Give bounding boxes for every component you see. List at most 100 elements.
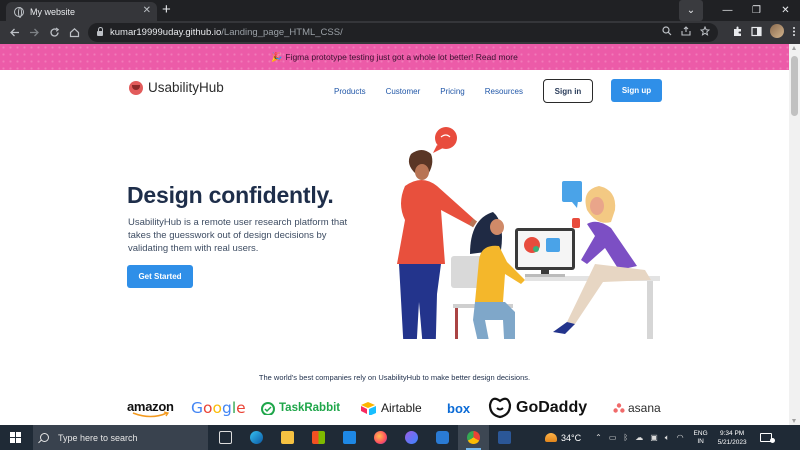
asana-icon	[613, 403, 625, 413]
address-bar[interactable]: kumar19999uday.github.io /Landing_page_H…	[88, 23, 718, 42]
window-controls: ⌄ — ❐ ✕	[679, 0, 800, 21]
page-scrollbar[interactable]	[789, 44, 800, 425]
word-button[interactable]	[489, 425, 520, 450]
system-tray: 34°C ⌃ ▭ ᛒ ☁ ▣ 🔈︎ ◠ ENG IN 9:34 PM 5/21/…	[545, 425, 775, 450]
temperature: 34°C	[561, 432, 582, 443]
new-tab-button[interactable]: +	[162, 1, 171, 19]
forward-button[interactable]	[26, 24, 43, 41]
usabilityhub-logo-icon	[129, 80, 143, 95]
lock-icon[interactable]	[97, 27, 103, 36]
language-indicator[interactable]: ENG IN	[694, 430, 708, 446]
cloud-icon[interactable]: ☁	[635, 433, 643, 443]
browser-tab[interactable]: My website ✕	[6, 2, 157, 21]
weather-icon	[545, 433, 557, 442]
hero-illustration	[397, 127, 660, 339]
vpn-icon	[436, 431, 449, 444]
godaddy-icon	[488, 397, 512, 419]
restore-button[interactable]: ❐	[742, 0, 771, 21]
back-arrow-icon	[10, 28, 19, 37]
tray-icons: ⌃ ▭ ᛒ ☁ ▣ 🔈︎ ◠	[595, 433, 683, 443]
tab-search-button[interactable]: ⌄	[679, 0, 703, 21]
volume-icon[interactable]: 🔈︎	[665, 433, 670, 443]
weather-widget[interactable]: 34°C	[545, 433, 581, 443]
minimize-button[interactable]: —	[713, 0, 742, 21]
store-button[interactable]	[303, 425, 334, 450]
nav-links: Products Customer Pricing Resources	[334, 87, 543, 96]
folder-icon	[281, 431, 294, 444]
task-view-button[interactable]	[210, 425, 241, 450]
tab-close-icon[interactable]: ✕	[143, 5, 151, 16]
bluetooth-icon[interactable]: ᛒ	[623, 433, 628, 443]
taskbar-search-placeholder: Type here to search	[58, 432, 138, 443]
nav-resources[interactable]: Resources	[485, 87, 523, 96]
nav-products[interactable]: Products	[334, 87, 366, 96]
home-button[interactable]	[66, 24, 83, 41]
home-icon	[69, 27, 80, 38]
edge-button[interactable]	[241, 425, 272, 450]
back-button[interactable]	[6, 24, 23, 41]
airtable-icon	[361, 402, 376, 415]
box-wordmark: box	[447, 400, 471, 416]
url-host: kumar19999uday.github.io	[110, 27, 222, 38]
taskrabbit-logo: TaskRabbit	[260, 396, 340, 420]
file-explorer-button[interactable]	[272, 425, 303, 450]
clock-time: 9:34 PM	[719, 429, 745, 437]
page-viewport: 🎉 Figma prototype testing just got a who…	[0, 44, 789, 425]
google-letter: o	[212, 399, 222, 417]
brand-name: UsabilityHub	[148, 80, 224, 95]
media-player-button[interactable]	[396, 425, 427, 450]
close-window-button[interactable]: ✕	[771, 0, 800, 21]
computer-monitor	[515, 228, 575, 277]
firefox-icon	[374, 431, 387, 444]
nav-customer[interactable]: Customer	[386, 87, 421, 96]
monitor-icon[interactable]: ▣	[650, 433, 658, 443]
google-letter: o	[203, 399, 213, 417]
globe-icon	[14, 6, 24, 18]
party-popper-icon: 🎉	[271, 51, 283, 62]
google-letter: G	[191, 399, 204, 417]
taskbar-clock[interactable]: 9:34 PM 5/21/2023	[718, 429, 747, 447]
wifi-icon[interactable]: ◠	[677, 433, 684, 443]
language-top: ENG	[693, 429, 708, 437]
taskbar-search[interactable]: Type here to search	[33, 425, 208, 450]
reload-icon	[50, 27, 60, 37]
extensions-puzzle-icon[interactable]	[732, 26, 743, 37]
forward-arrow-icon	[30, 28, 39, 37]
promo-banner[interactable]: 🎉 Figma prototype testing just got a who…	[0, 44, 789, 70]
notification-icon[interactable]	[759, 433, 775, 443]
firefox-button[interactable]	[365, 425, 396, 450]
url-path: /Landing_page_HTML_CSS/	[221, 27, 343, 38]
chrome-button[interactable]	[458, 425, 489, 450]
side-panel-icon[interactable]	[751, 26, 762, 37]
mail-button[interactable]	[334, 425, 365, 450]
more-menu-icon[interactable]	[792, 26, 796, 37]
mail-icon	[343, 431, 356, 444]
google-logo: Google	[191, 396, 246, 420]
brand-logo[interactable]: UsabilityHub	[129, 80, 224, 95]
bookmark-star-icon[interactable]	[700, 26, 710, 36]
battery-icon[interactable]: ▭	[609, 433, 617, 443]
airtable-logo: Airtable	[360, 396, 422, 420]
windows-taskbar: Type here to search 34°C ⌃ ▭ ᛒ ☁ ▣ 🔈︎ ◠ …	[0, 425, 800, 450]
scrollbar-thumb[interactable]	[791, 56, 798, 116]
scroll-down-arrow-icon[interactable]	[792, 419, 796, 423]
google-letter: e	[236, 399, 246, 417]
clock-date: 5/21/2023	[717, 438, 747, 446]
promo-text[interactable]: Figma prototype testing just got a whole…	[285, 52, 517, 62]
search-icon	[40, 433, 49, 442]
asana-logo: asana	[613, 396, 661, 420]
box-logo: box	[447, 396, 470, 420]
scroll-up-arrow-icon[interactable]	[792, 46, 796, 50]
onedrive-button[interactable]	[427, 425, 458, 450]
profile-avatar[interactable]	[770, 24, 784, 38]
share-icon[interactable]	[681, 26, 691, 36]
chevron-up-icon[interactable]: ⌃	[595, 433, 602, 443]
get-started-button[interactable]: Get Started	[127, 265, 193, 288]
sign-in-button[interactable]: Sign in	[543, 79, 593, 103]
reload-button[interactable]	[46, 24, 63, 41]
zoom-search-icon[interactable]	[662, 26, 672, 36]
nav-pricing[interactable]: Pricing	[440, 87, 464, 96]
media-player-icon	[405, 431, 418, 444]
windows-start-icon[interactable]	[10, 432, 21, 443]
sign-up-button[interactable]: Sign up	[611, 79, 662, 102]
